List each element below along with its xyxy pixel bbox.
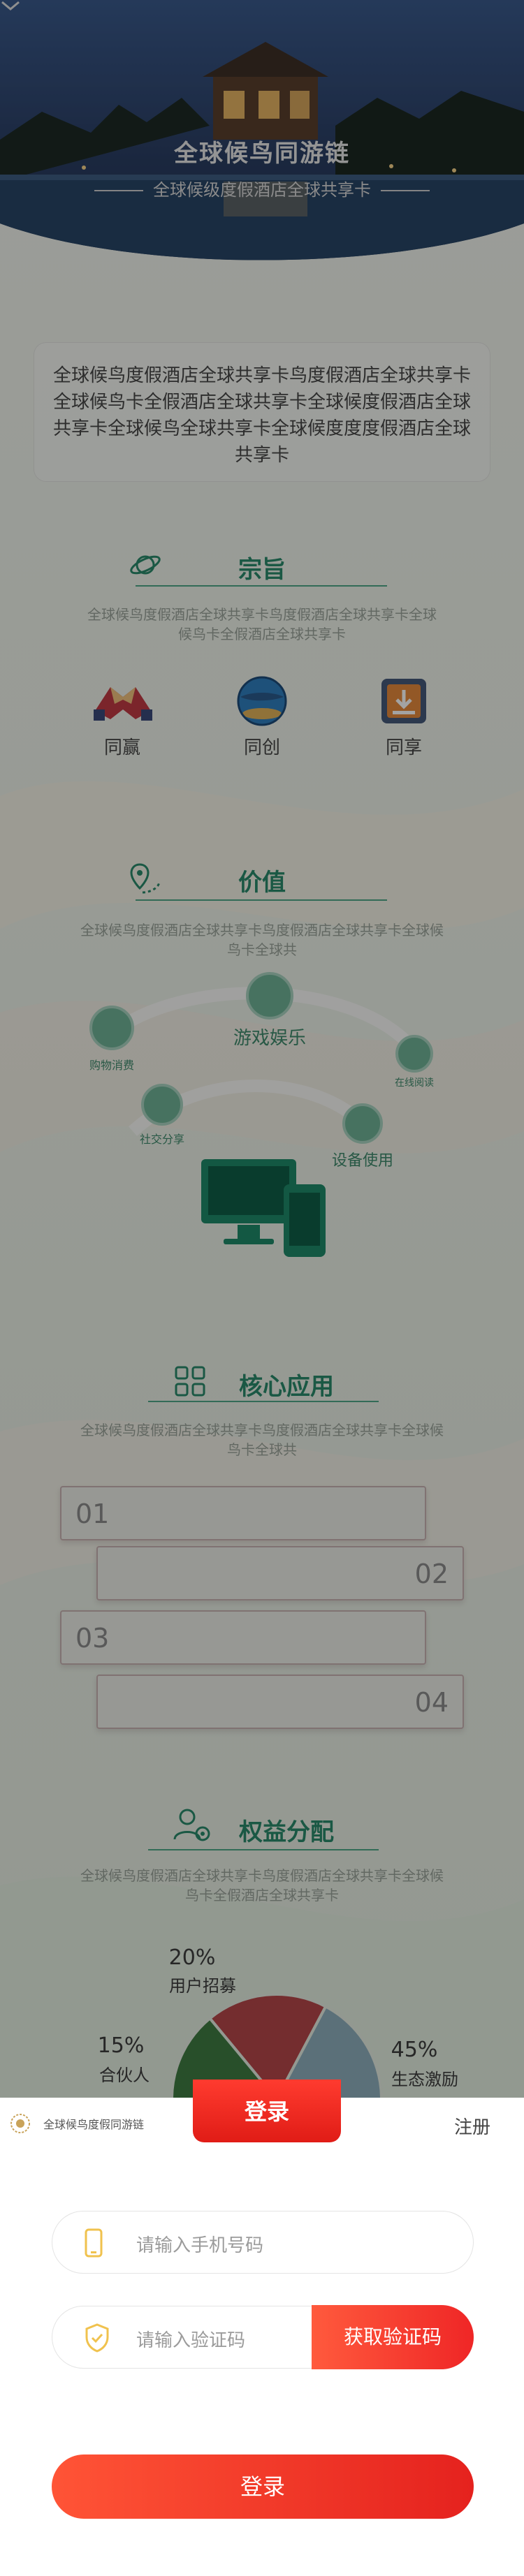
landing-page: 全球候鸟同游链 全球候级度假酒店全球共享卡 全球候鸟度假酒店全球共享卡鸟度假酒店… (0, 0, 524, 2098)
modal-dim-overlay[interactable] (0, 0, 524, 2098)
shield-check-icon (85, 2323, 109, 2353)
get-code-button[interactable]: 获取验证码 (312, 2305, 474, 2369)
login-submit-button[interactable]: 登录 (52, 2454, 474, 2519)
tab-register[interactable]: 注册 (454, 2113, 490, 2139)
brand-logo-icon (10, 2114, 30, 2133)
phone-field[interactable]: 请输入手机号码 (52, 2211, 474, 2274)
phone-icon (85, 2228, 103, 2258)
code-placeholder: 请输入验证码 (136, 2330, 246, 2351)
phone-placeholder: 请输入手机号码 (136, 2235, 264, 2256)
tab-login[interactable]: 登录 (193, 2080, 341, 2142)
brand-logo-text: 全球候鸟度假同游链 (43, 2118, 145, 2131)
